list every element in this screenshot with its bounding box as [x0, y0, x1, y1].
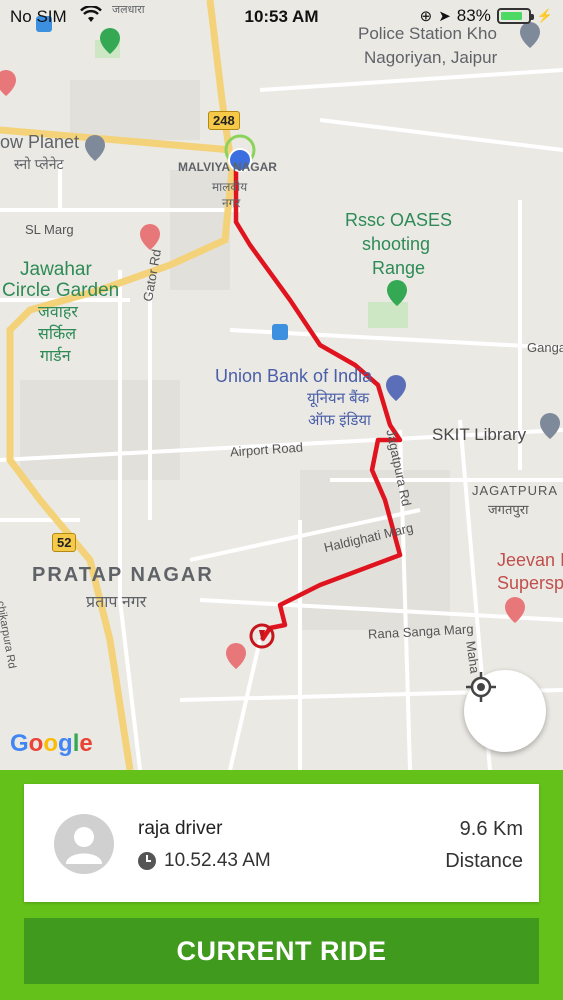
crosshair-icon [466, 672, 496, 702]
map-label-union-bank: Union Bank of India [215, 366, 373, 386]
charging-icon: ⚡ [536, 8, 553, 23]
status-right-group: ⊕ ➤ 83% ⚡ [420, 6, 553, 26]
map-label-jawahar-2: Circle Garden [2, 280, 120, 301]
driver-avatar [54, 814, 114, 874]
ride-time: 10.52.43 AM [164, 850, 271, 871]
map-label-rssc-2: shooting [362, 234, 431, 254]
driver-card[interactable]: raja driver 10.52.43 AM 9.6 Km Distance [24, 784, 539, 902]
map-label-jeevan-2: Supersp [497, 573, 563, 593]
rotation-lock-icon: ⊕ [419, 8, 433, 25]
map-label-sl-marg: SL Marg [25, 222, 74, 237]
map-label-pratap-nagar-hi: प्रताप नगर [86, 594, 147, 611]
current-ride-button[interactable]: CURRENT RIDE [24, 918, 539, 984]
map-label-jagatpura-hi: जगतपुरा [488, 502, 529, 517]
map-label-ow-planet: ow Planet [0, 132, 80, 152]
highway-shield-248: 248 [208, 111, 240, 130]
ride-panel: raja driver 10.52.43 AM 9.6 Km Distance … [0, 770, 563, 1000]
map-view[interactable]: 248 52 Police Station Kho Nagoriyan, Jai… [0, 0, 563, 770]
map-label-ow-planet-hi: स्नो प्लेनेट [14, 156, 64, 172]
map-label-union-bank-hi2: ऑफ इंडिया [308, 412, 371, 429]
highway-shield-52: 52 [52, 533, 77, 552]
location-arrow-icon: ➤ [438, 8, 451, 25]
map-label-jawahar-hi3: गार्डन [40, 348, 71, 365]
map-label-jawahar-hi2: सर्किल [38, 326, 77, 343]
google-logo: Google [10, 730, 93, 757]
clock-icon [138, 852, 156, 870]
map-label-malviya-nagar: MALVIYA NAGAR [178, 160, 277, 174]
battery-icon [496, 8, 534, 24]
map-label-malviya-hi2: नगर [222, 196, 241, 210]
ride-time-row: 10.52.43 AM [138, 850, 271, 872]
map-label-jeevan: Jeevan I [497, 550, 563, 570]
battery-percent: 83% [456, 6, 491, 25]
map-label-union-bank-hi1: यूनियन बैंक [307, 390, 370, 407]
map-label-jagatpura: JAGATPURA [472, 483, 559, 498]
map-label-skit-library: SKIT Library [432, 425, 527, 444]
status-bar: No SIM 10:53 AM ⊕ ➤ 83% ⚡ [0, 0, 563, 32]
driver-name: raja driver [138, 818, 223, 839]
map-label-ganga: Ganga [527, 340, 563, 355]
map-label-rssc: Rssc OASES [345, 210, 453, 230]
my-location-button[interactable] [464, 670, 546, 752]
distance-value: 9.6 Km [459, 818, 523, 840]
person-icon [66, 827, 102, 864]
map-label-malviya-hi1: मालवीय [212, 180, 248, 194]
map-label-pratap-nagar: PRATAP NAGAR [32, 564, 214, 586]
map-label-rssc-3: Range [372, 258, 426, 278]
distance-label: Distance [445, 850, 523, 872]
map-label-jawahar-hi1: जवाहर [38, 304, 78, 321]
map-label-police-station-2: Nagoriyan, Jaipur [364, 48, 498, 67]
battery-fill [500, 12, 523, 20]
